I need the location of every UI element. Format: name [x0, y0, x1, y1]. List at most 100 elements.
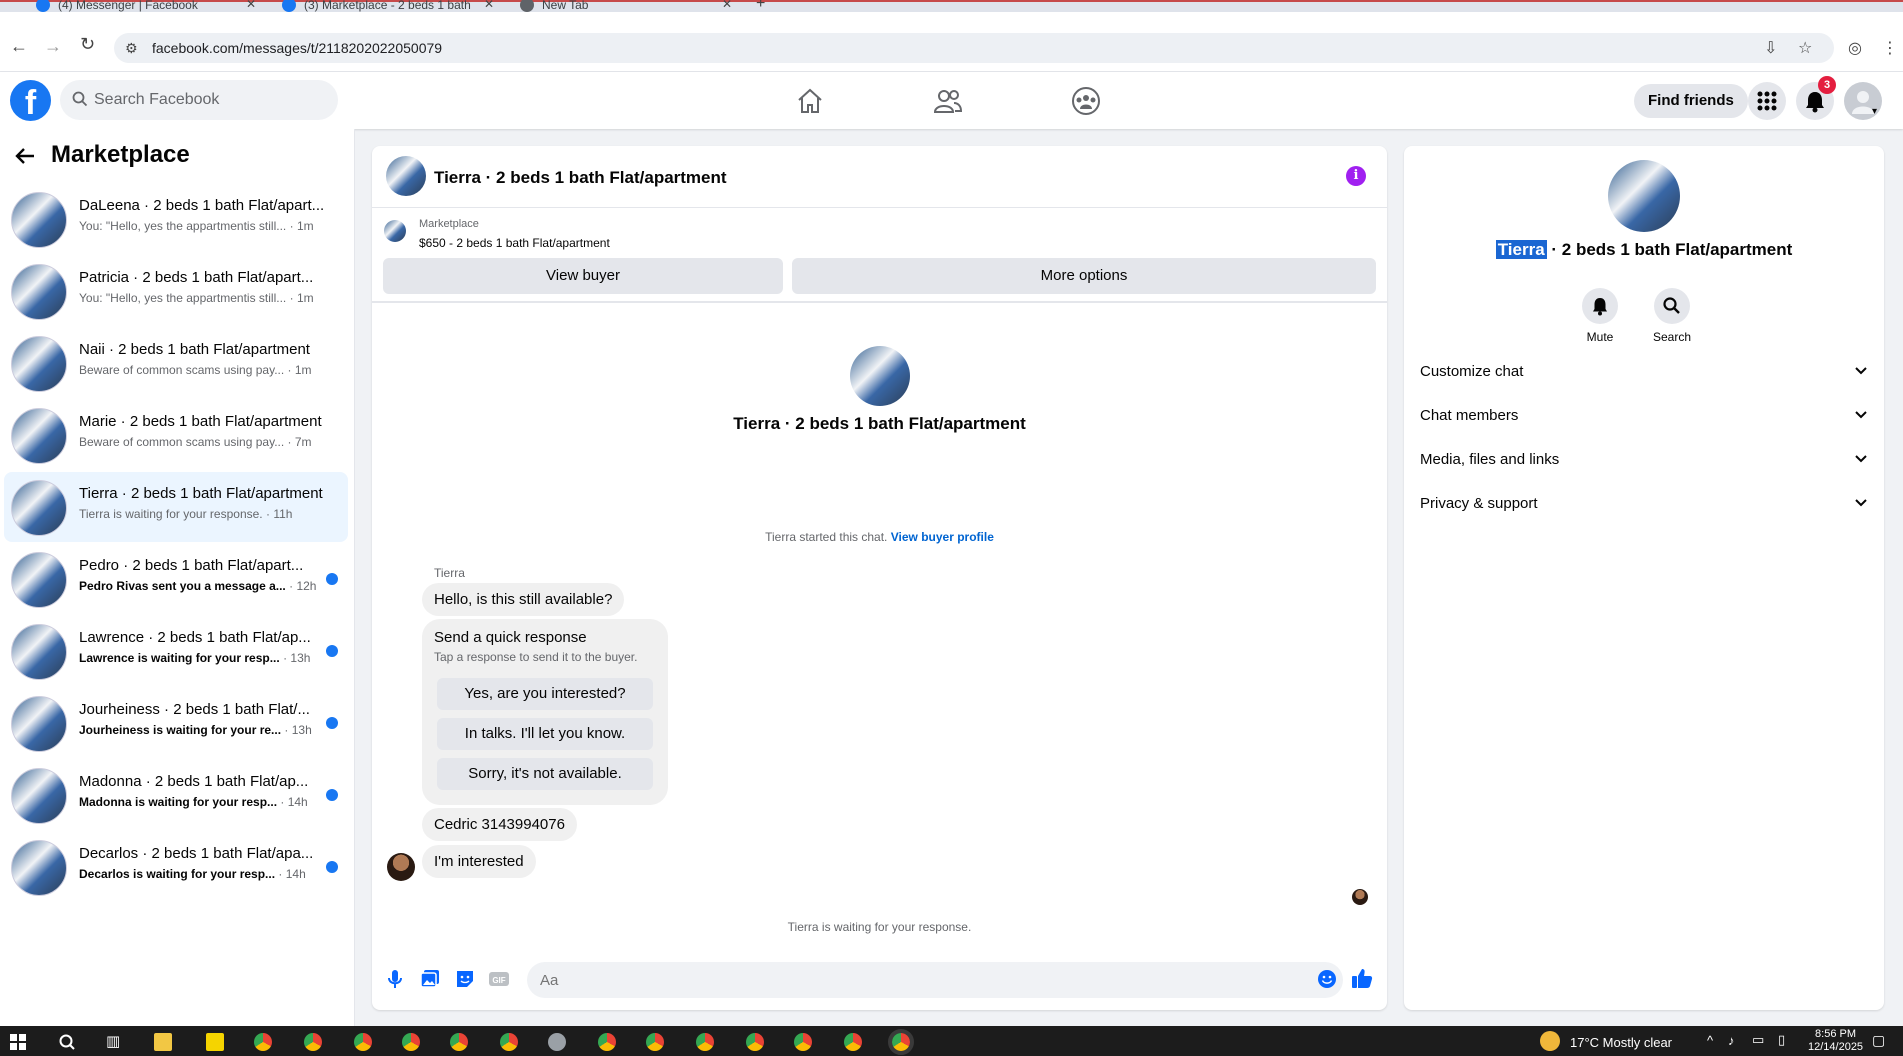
- conversation-name: Jourheiness · 2 beds 1 bath Flat/...: [79, 701, 310, 718]
- conversation-item-unread[interactable]: Decarlos · 2 beds 1 bath Flat/apa... Dec…: [4, 832, 348, 902]
- bell-icon: [1593, 298, 1607, 316]
- chrome-profile-icon[interactable]: [402, 1033, 420, 1051]
- show-hidden-icons-icon[interactable]: ^: [1707, 1033, 1713, 1048]
- search-facebook-input[interactable]: Search Facebook: [60, 80, 338, 120]
- close-tab-icon[interactable]: ✕: [722, 0, 732, 11]
- privacy-support-section[interactable]: Privacy & support: [1420, 486, 1868, 522]
- volume-icon[interactable]: ♪: [1728, 1033, 1735, 1048]
- facebook-logo-icon[interactable]: f: [10, 80, 51, 122]
- chat-avatar[interactable]: [386, 156, 426, 196]
- conversation-name: Naii · 2 beds 1 bath Flat/apartment: [79, 341, 310, 358]
- buyer-avatar[interactable]: [387, 853, 415, 881]
- chrome-profile-icon[interactable]: [598, 1033, 616, 1051]
- network-icon[interactable]: ▭: [1752, 1032, 1764, 1048]
- message-bubble[interactable]: Cedric 3143994076: [422, 808, 577, 841]
- chrome-icon[interactable]: [254, 1033, 272, 1051]
- close-tab-icon[interactable]: ✕: [484, 0, 494, 11]
- photo-icon[interactable]: [419, 968, 441, 990]
- chrome-profile-icon[interactable]: [450, 1033, 468, 1051]
- gif-icon[interactable]: GIF: [488, 968, 510, 990]
- battery-icon[interactable]: ▯: [1778, 1032, 1785, 1048]
- chrome-menu-icon[interactable]: ⋮: [1882, 38, 1898, 58]
- browser-tab-bar: (4) Messenger | Facebook ✕ (3) Marketpla…: [0, 0, 1903, 12]
- search-in-chat-button[interactable]: Search: [1642, 288, 1702, 344]
- search-label: Search: [1652, 330, 1692, 344]
- conversation-item-active[interactable]: Tierra · 2 beds 1 bath Flat/apartment Ti…: [4, 472, 348, 542]
- back-arrow-icon[interactable]: [14, 145, 36, 167]
- install-app-icon[interactable]: ⇩: [1764, 38, 1777, 58]
- view-buyer-profile-link[interactable]: View buyer profile: [891, 530, 994, 544]
- site-settings-icon[interactable]: ⚙: [125, 40, 138, 57]
- sticker-icon[interactable]: [454, 968, 476, 990]
- bookmark-star-icon[interactable]: ☆: [1798, 38, 1812, 58]
- marketplace-label: Marketplace: [419, 218, 479, 230]
- emoji-icon[interactable]: [1317, 969, 1337, 989]
- tab-label: (3) Marketplace - 2 beds 1 bath: [304, 0, 471, 12]
- quick-response-not-available-button[interactable]: Sorry, it's not available.: [437, 758, 653, 790]
- close-tab-icon[interactable]: ✕: [246, 0, 256, 11]
- chrome-profile-icon[interactable]: [696, 1033, 714, 1051]
- friends-icon[interactable]: [933, 86, 963, 116]
- conversation-item[interactable]: Marie · 2 beds 1 bath Flat/apartment Bew…: [4, 400, 348, 470]
- conversation-item-unread[interactable]: Jourheiness · 2 beds 1 bath Flat/... Jou…: [4, 688, 348, 758]
- taskbar-search-icon[interactable]: [58, 1033, 76, 1051]
- chrome-profile-icon[interactable]: [646, 1033, 664, 1051]
- notification-center-icon[interactable]: ▢: [1872, 1032, 1885, 1049]
- more-options-button[interactable]: More options: [792, 258, 1376, 294]
- conversation-item[interactable]: DaLeena · 2 beds 1 bath Flat/apart... Yo…: [4, 184, 348, 254]
- chrome-profile-icon[interactable]: [304, 1033, 322, 1051]
- reload-icon[interactable]: ↻: [80, 34, 95, 55]
- conversation-preview: Beware of common scams using pay... · 1m: [79, 363, 312, 377]
- quick-response-in-talks-button[interactable]: In talks. I'll let you know.: [437, 718, 653, 750]
- mute-button[interactable]: Mute: [1570, 288, 1630, 344]
- quick-response-subtitle: Tap a response to send it to the buyer.: [434, 650, 638, 664]
- clock[interactable]: 8:56 PM 12/14/2025: [1808, 1028, 1863, 1054]
- chrome-profile-icon[interactable]: [500, 1033, 518, 1051]
- view-buyer-button[interactable]: View buyer: [383, 258, 783, 294]
- customize-chat-section[interactable]: Customize chat: [1420, 354, 1868, 390]
- conversation-item-unread[interactable]: Pedro · 2 beds 1 bath Flat/apart... Pedr…: [4, 544, 348, 614]
- media-files-links-section[interactable]: Media, files and links: [1420, 442, 1868, 478]
- groups-icon[interactable]: [1071, 86, 1101, 116]
- chevron-down-icon[interactable]: ▾: [1872, 106, 1877, 117]
- profile-icon[interactable]: ◎: [1848, 38, 1862, 58]
- listing-price[interactable]: $650 - 2 beds 1 bath Flat/apartment: [419, 236, 610, 250]
- menu-button[interactable]: [1748, 82, 1786, 120]
- thumbs-up-icon[interactable]: [1350, 966, 1374, 990]
- listing-avatar: [11, 624, 67, 680]
- chrome-active-icon[interactable]: [888, 1029, 914, 1055]
- sticky-notes-icon[interactable]: [206, 1033, 224, 1051]
- weather-text[interactable]: 17°C Mostly clear: [1570, 1035, 1672, 1050]
- file-explorer-icon[interactable]: [154, 1033, 172, 1051]
- message-bubble[interactable]: Hello, is this still available?: [422, 583, 625, 616]
- conversation-preview: Tierra is waiting for your response. · 1…: [79, 507, 293, 521]
- conversation-preview: Beware of common scams using pay... · 7m: [79, 435, 312, 449]
- conversation-item[interactable]: Naii · 2 beds 1 bath Flat/apartment Bewa…: [4, 328, 348, 398]
- chrome-profile-icon[interactable]: [746, 1033, 764, 1051]
- chat-title[interactable]: Tierra · 2 beds 1 bath Flat/apartment: [434, 168, 727, 188]
- chrome-profile-icon[interactable]: [794, 1033, 812, 1051]
- quick-response-yes-button[interactable]: Yes, are you interested?: [437, 678, 653, 710]
- find-friends-button[interactable]: Find friends: [1634, 84, 1748, 118]
- task-view-icon[interactable]: ▥: [106, 1032, 120, 1050]
- facebook-header: f Search Facebook Find friends 3 ▾: [0, 72, 1903, 129]
- message-bubble[interactable]: I'm interested: [422, 845, 536, 878]
- microphone-icon[interactable]: [384, 968, 406, 990]
- chrome-profile-icon[interactable]: [354, 1033, 372, 1051]
- url-text: facebook.com/messages/t/2118202022050079: [152, 40, 443, 56]
- conversation-item-unread[interactable]: Madonna · 2 beds 1 bath Flat/ap... Madon…: [4, 760, 348, 830]
- app-icon[interactable]: [548, 1033, 566, 1051]
- conversation-item[interactable]: Patricia · 2 beds 1 bath Flat/apart... Y…: [4, 256, 348, 326]
- forward-arrow-icon[interactable]: →: [44, 36, 62, 57]
- message-input[interactable]: [527, 962, 1343, 998]
- home-icon[interactable]: [795, 86, 825, 116]
- windows-start-icon[interactable]: [10, 1034, 26, 1050]
- chrome-profile-icon[interactable]: [844, 1033, 862, 1051]
- listing-avatar: [11, 336, 67, 392]
- conversation-item-unread[interactable]: Lawrence · 2 beds 1 bath Flat/ap... Lawr…: [4, 616, 348, 686]
- chat-members-section[interactable]: Chat members: [1420, 398, 1868, 434]
- unread-dot: [326, 717, 338, 729]
- back-arrow-icon[interactable]: ←: [10, 36, 28, 57]
- info-icon[interactable]: i: [1346, 166, 1366, 186]
- conversation-preview: Jourheiness is waiting for your re... · …: [79, 723, 312, 737]
